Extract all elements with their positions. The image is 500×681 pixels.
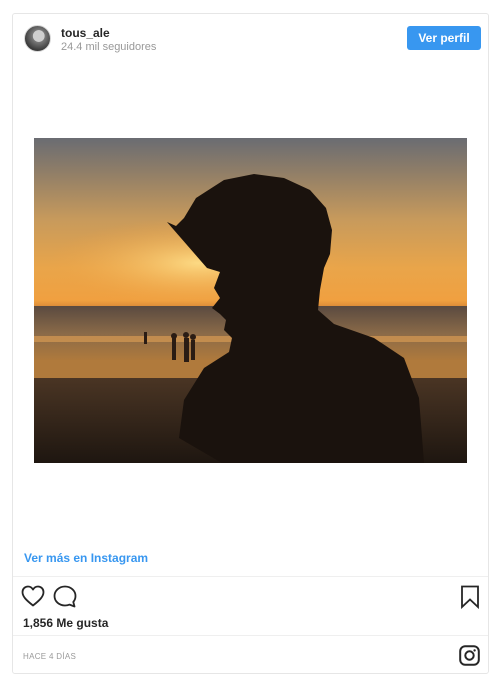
follower-count: 24.4 mil seguidores <box>61 41 157 53</box>
username[interactable]: tous_ale <box>61 26 110 40</box>
heart-icon[interactable] <box>21 585 45 612</box>
divider <box>13 635 488 636</box>
instagram-embed-card: tous_ale 24.4 mil seguidores Ver perfil <box>12 13 489 674</box>
divider <box>13 576 488 577</box>
view-profile-button[interactable]: Ver perfil <box>407 26 481 50</box>
instagram-icon[interactable] <box>459 645 480 671</box>
comment-icon[interactable] <box>53 585 77 613</box>
sunset-silhouette-image <box>34 174 467 463</box>
avatar[interactable] <box>24 25 51 52</box>
view-on-instagram-link[interactable]: Ver más en Instagram <box>24 551 148 565</box>
post-header: tous_ale 24.4 mil seguidores Ver perfil <box>13 14 488 66</box>
post-photo[interactable] <box>34 138 467 463</box>
bookmark-icon[interactable] <box>460 585 480 614</box>
like-count: 1,856 Me gusta <box>23 616 109 630</box>
post-timestamp: HACE 4 DÍAS <box>23 652 77 661</box>
